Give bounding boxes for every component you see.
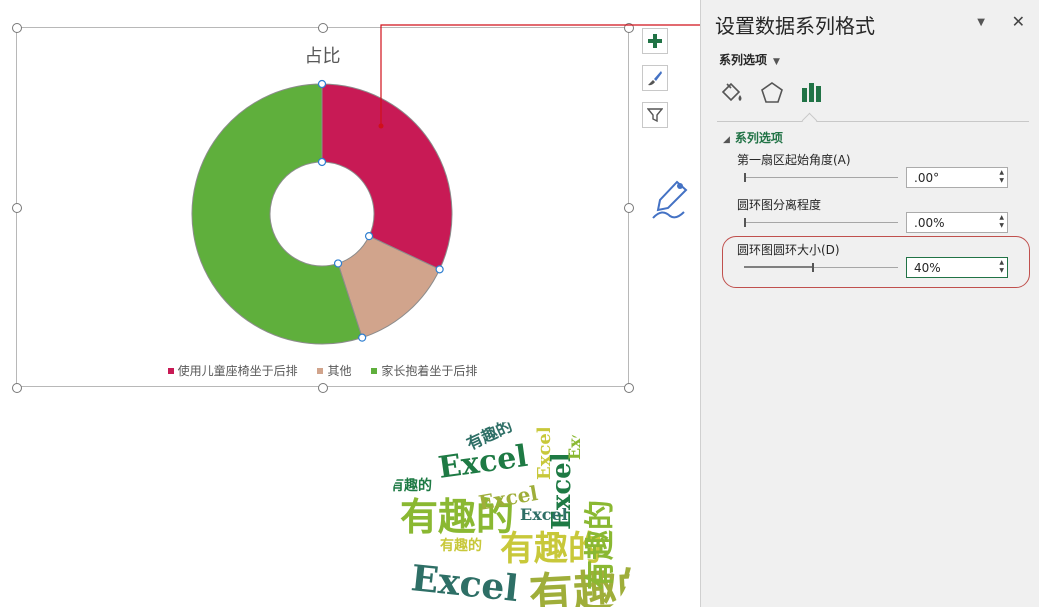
chart-elements-button[interactable] bbox=[642, 28, 668, 54]
series-options-menu-label: 系列选项 bbox=[719, 53, 768, 67]
word-cloud-word: 有趣的 bbox=[583, 500, 618, 590]
plus-icon bbox=[648, 34, 662, 48]
close-icon[interactable]: ✕ bbox=[1012, 12, 1025, 31]
point-handle[interactable] bbox=[317, 79, 327, 89]
pane-options-dropdown[interactable]: ▼ bbox=[977, 17, 985, 28]
legend-item[interactable]: 家长抱着坐于后排 bbox=[371, 362, 477, 379]
legend-swatch bbox=[371, 367, 378, 374]
format-data-series-pane[interactable]: 设置数据系列格式 ▼ ✕ 系列选项 ▼ ◢ 系列选项 第一扇区起始角度(A) .00… bbox=[700, 0, 1039, 607]
spinner-arrows[interactable]: ▲ ▼ bbox=[999, 214, 1004, 230]
spinner-value[interactable]: .00% bbox=[914, 216, 945, 230]
word-cloud-word: Excel bbox=[520, 505, 568, 524]
explosion-spinner[interactable]: .00% ▲ ▼ bbox=[906, 212, 1008, 233]
first-slice-angle-spinner[interactable]: .00° ▲ ▼ bbox=[906, 167, 1008, 188]
brush-icon bbox=[648, 71, 662, 86]
donut-slice[interactable] bbox=[321, 83, 453, 271]
explosion-slider[interactable] bbox=[744, 218, 898, 227]
series-options-section[interactable]: ◢ 系列选项 bbox=[723, 129, 783, 146]
chart-legend[interactable]: 使用儿童座椅坐于后排 其他 家长抱着坐于后排 bbox=[0, 362, 645, 379]
ink-pen-icon[interactable] bbox=[650, 178, 690, 222]
word-cloud-word: 有趣的 bbox=[390, 477, 432, 494]
series-options-tab-icon[interactable] bbox=[799, 80, 825, 106]
effects-tab-icon[interactable] bbox=[759, 80, 785, 106]
slider-thumb[interactable] bbox=[744, 218, 746, 227]
legend-label: 家长抱着坐于后排 bbox=[381, 364, 478, 378]
legend-label: 使用儿童座椅坐于后排 bbox=[177, 364, 298, 378]
legend-swatch bbox=[317, 367, 324, 374]
fill-line-tab-icon[interactable] bbox=[719, 80, 745, 106]
point-handle[interactable] bbox=[364, 232, 374, 241]
slider-thumb[interactable] bbox=[744, 173, 746, 182]
point-handle[interactable] bbox=[358, 333, 367, 342]
filter-icon bbox=[647, 108, 663, 123]
donut-chart[interactable] bbox=[0, 0, 700, 420]
legend-label: 其他 bbox=[327, 364, 352, 378]
word-cloud-word: Excel bbox=[534, 426, 555, 480]
legend-item[interactable]: 其他 bbox=[317, 362, 352, 379]
section-title: 系列选项 bbox=[734, 131, 783, 145]
point-handle[interactable] bbox=[435, 265, 444, 274]
point-handle[interactable] bbox=[333, 259, 343, 268]
word-cloud-word: Excel bbox=[565, 420, 584, 460]
chart-styles-button[interactable] bbox=[642, 65, 668, 91]
tab-divider bbox=[717, 121, 1029, 122]
spinner-value[interactable]: .00° bbox=[914, 171, 939, 185]
legend-item[interactable]: 使用儿童座椅坐于后排 bbox=[167, 362, 298, 379]
series-options-menu[interactable]: 系列选项 ▼ bbox=[719, 51, 780, 68]
point-handle[interactable] bbox=[317, 157, 327, 167]
explosion-label: 圆环图分离程度 bbox=[737, 198, 822, 212]
legend-swatch bbox=[167, 367, 174, 374]
spinner-arrows[interactable]: ▲ ▼ bbox=[999, 169, 1004, 185]
first-slice-angle-label: 第一扇区起始角度(A) bbox=[737, 153, 851, 167]
highlight-annotation bbox=[722, 236, 1030, 288]
word-cloud-word: 有趣的 bbox=[440, 537, 482, 554]
pane-title: 设置数据系列格式 bbox=[715, 14, 875, 38]
first-slice-angle-slider[interactable] bbox=[744, 173, 898, 182]
chevron-down-icon: ▼ bbox=[773, 57, 780, 67]
chart-filters-button[interactable] bbox=[642, 102, 668, 128]
collapse-icon: ◢ bbox=[723, 135, 730, 145]
tab-pointer bbox=[801, 112, 818, 129]
word-cloud-image: Excel有趣的有趣的Excel 有趣的Excel有趣的Excel有趣的Excel… bbox=[390, 420, 633, 607]
